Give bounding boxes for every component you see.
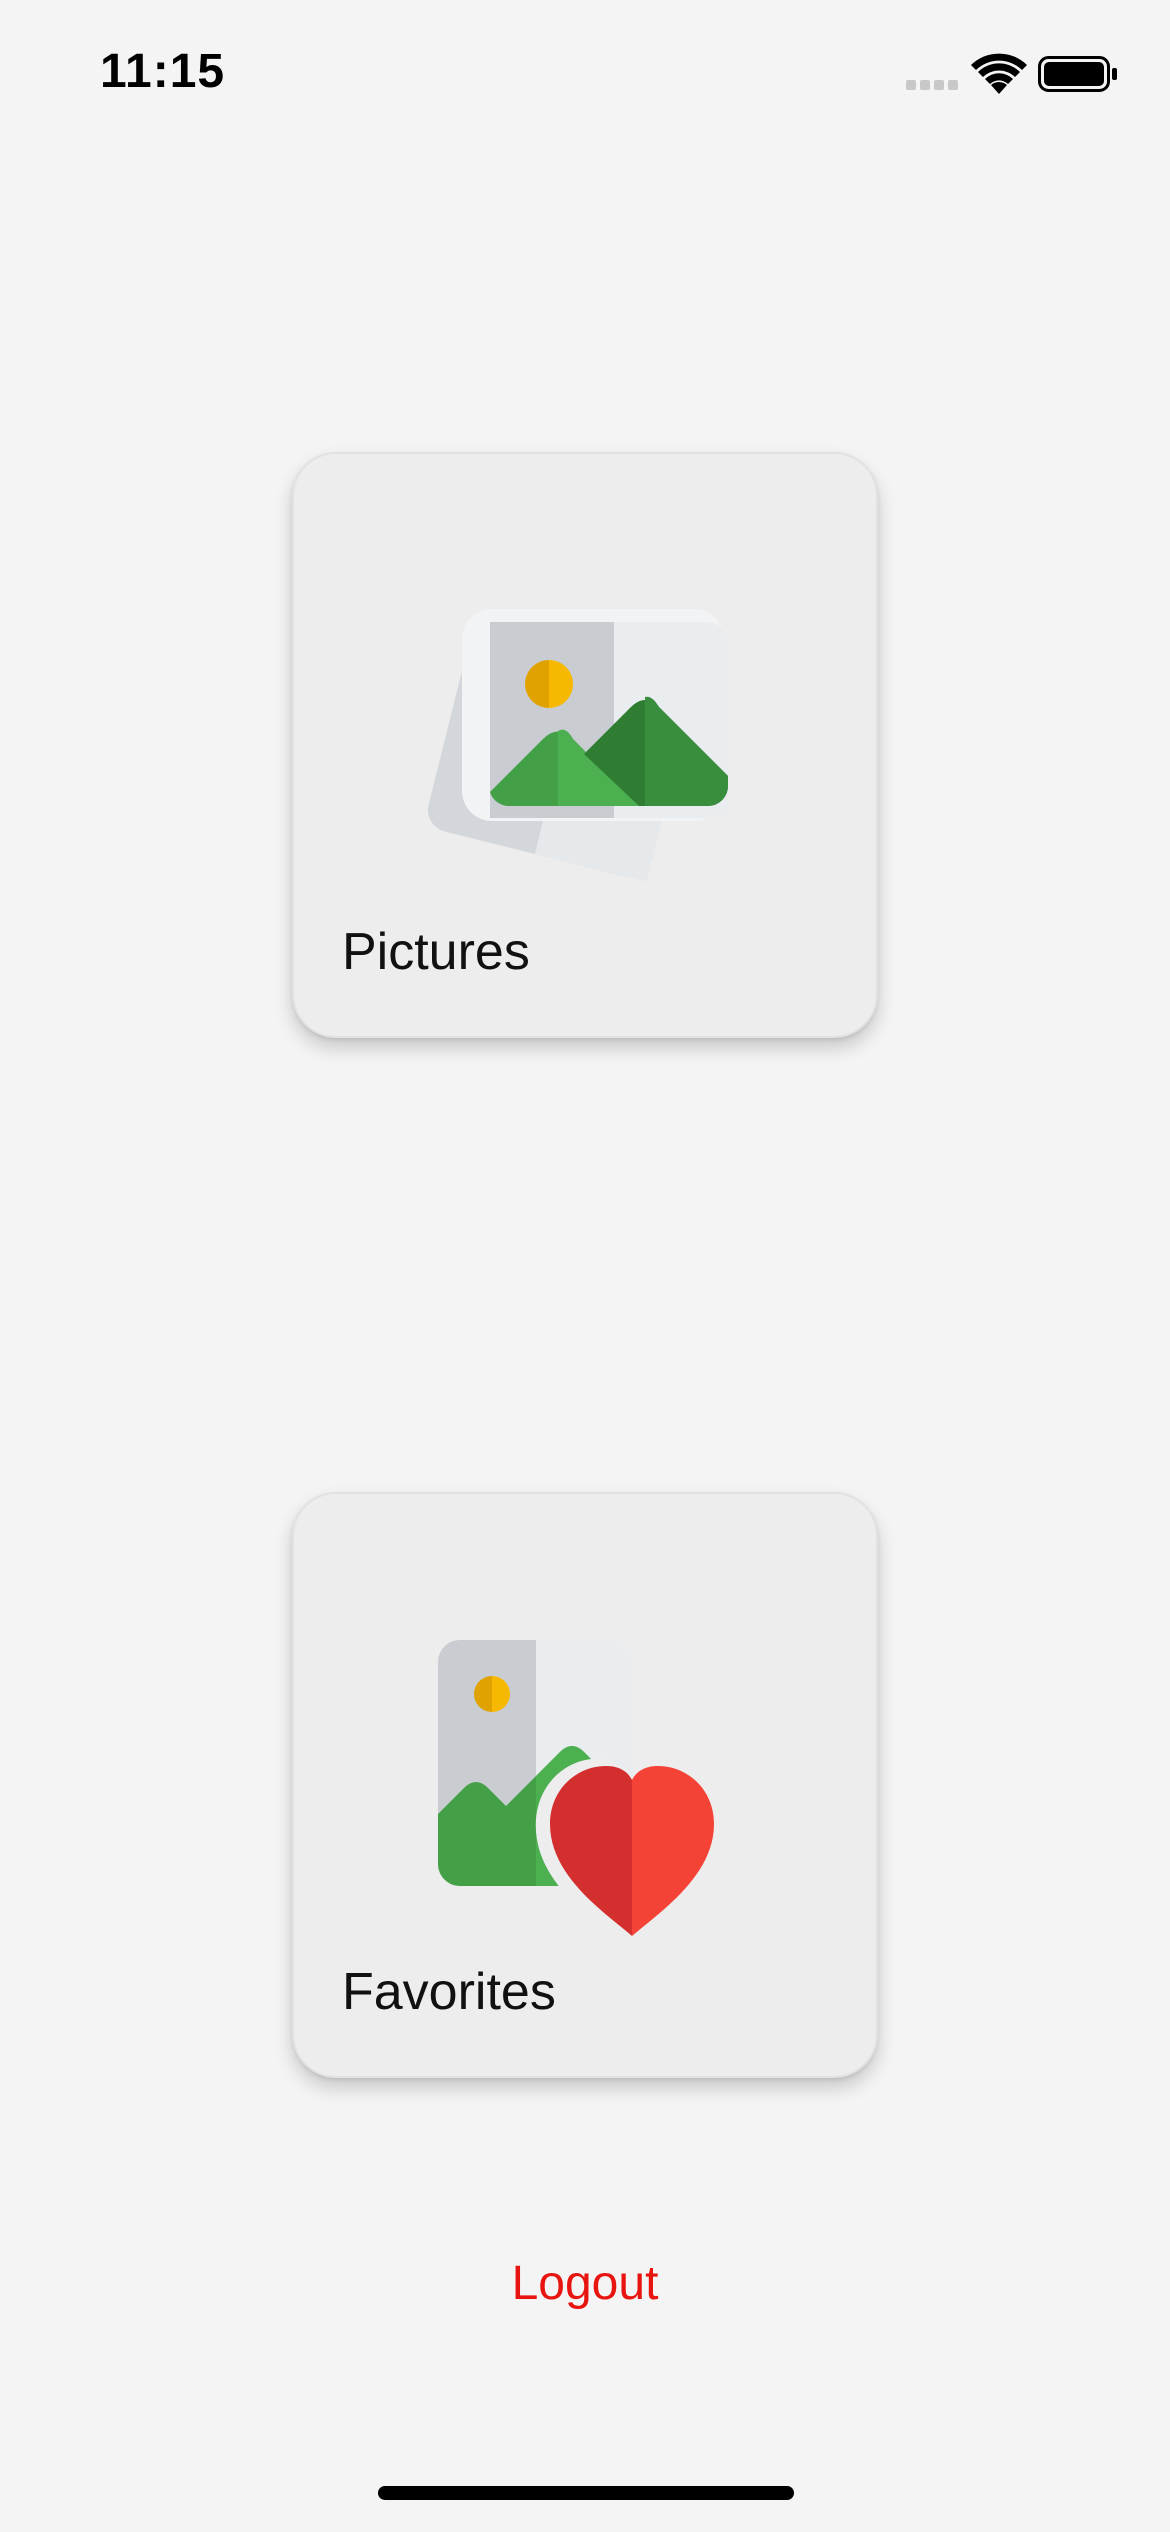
pictures-label: Pictures — [342, 923, 530, 981]
pictures-card[interactable]: Pictures — [292, 452, 878, 1038]
cellular-signal-icon — [906, 78, 960, 92]
status-bar: 11:15 — [0, 0, 1170, 150]
home-indicator — [378, 2486, 794, 2500]
status-time: 11:15 — [100, 45, 226, 98]
wifi-icon — [971, 53, 1027, 94]
favorites-card[interactable]: Favorites — [292, 1492, 878, 2078]
favorites-label: Favorites — [342, 1963, 556, 2021]
logout-button[interactable]: Logout — [0, 2256, 1170, 2311]
battery-icon — [1038, 56, 1117, 92]
